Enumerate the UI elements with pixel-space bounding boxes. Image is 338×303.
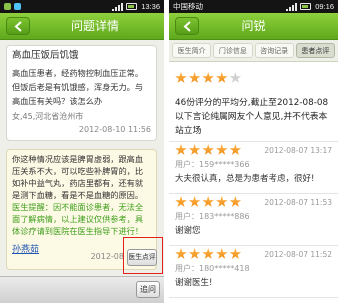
star-rating (175, 142, 243, 158)
star-icon (229, 144, 242, 155)
review-comment: 谢谢医生! (175, 278, 213, 288)
star-icon (202, 196, 214, 207)
follow-up-button[interactable]: 追问 (136, 281, 160, 298)
status-time: 09:16 (315, 2, 334, 11)
review-user: 用户：159*****366 (175, 160, 250, 169)
status-time: 13:36 (141, 2, 160, 11)
star-icon (202, 144, 214, 155)
review-time: 2012-08-07 13:17 (264, 145, 332, 155)
summary-text: 46份评分的平均分,截止至2012-08-08以下言论纯属网友个人意见,并不代表… (175, 98, 329, 136)
star-icon (216, 196, 228, 207)
star-icon (175, 144, 187, 155)
tab-doctor-profile[interactable]: 医生简介 (172, 43, 212, 58)
answer-body: 你这种情况应该是脾胃虚弱，跟高血压关系不大，可以吃些补脾胃的，比如补中益气丸，药… (12, 154, 144, 200)
star-icon (229, 196, 242, 207)
review-item: 2012-08-07 13:17 用户：159*****366 大夫很认真，总是… (169, 142, 338, 194)
review-time: 2012-08-07 11:53 (264, 197, 332, 207)
star-icon (188, 248, 201, 259)
star-icon (229, 248, 242, 259)
doctor-reminder: 医生提醒：因不能面诊患者，无法全面了解病情，以上建议仅供参考，具体诊疗请到医院在… (12, 202, 144, 236)
review-user: 用户：180*****418 (175, 264, 250, 273)
star-icon (202, 248, 214, 259)
review-comment: 谢谢您 (175, 226, 201, 236)
tab-patient-reviews[interactable]: 患者点评 (295, 43, 335, 58)
carrier-name: 中国移动 (173, 2, 203, 11)
tab-bar: 医生简介 门诊信息 咨询记录 患者点评 (169, 40, 338, 62)
battery-icon (300, 3, 311, 10)
status-bar: 13:36 (0, 0, 164, 13)
star-icon (216, 144, 228, 155)
star-icon (175, 196, 187, 207)
notification-icon (14, 3, 21, 10)
rating-summary: 46份评分的平均分,截止至2012-08-08以下言论纯属网友个人意见,并不代表… (169, 62, 338, 142)
patient-info: 女,45,河北省沧州市 (12, 112, 84, 121)
star-icon (175, 248, 187, 259)
star-icon (216, 248, 228, 259)
back-arrow-icon (183, 21, 191, 32)
header-bar: 问题详情 (0, 13, 164, 40)
star-icon (216, 72, 228, 83)
star-icon (229, 72, 242, 83)
review-item: 2012-08-07 11:53 用户：183*****886 谢谢您 (169, 194, 338, 246)
question-card: 高血压饭后饥饿 高血压患者，经药物控制血压正常。但饭后老是有饥饿感，浑身无力。与… (6, 45, 157, 141)
review-time: 2012-08-07 11:52 (264, 249, 332, 259)
star-rating (175, 70, 332, 86)
review-user: 用户：183*****886 (175, 212, 250, 221)
star-rating (175, 246, 243, 262)
back-button[interactable] (175, 17, 199, 35)
answer-time: 2012-08 (90, 252, 124, 261)
question-title: 高血压饭后饥饿 (12, 50, 79, 61)
notification-icon (4, 3, 11, 10)
highlight-box (123, 237, 163, 274)
tab-clinic-info[interactable]: 门诊信息 (213, 43, 253, 58)
doctor-reviews-screen: 中国移动 09:16 问锐 医生简介 门诊信息 咨询记录 患者点评 46份评分的… (169, 0, 338, 303)
status-bar: 中国移动 09:16 (169, 0, 338, 13)
star-icon (188, 72, 201, 83)
back-arrow-icon (14, 21, 22, 32)
star-icon (175, 72, 187, 83)
star-icon (202, 72, 214, 83)
question-body: 高血压患者，经药物控制血压正常。但饭后老是有饥饿感，浑身无力。与高血压有关吗？该… (12, 68, 144, 106)
question-time: 2012-08-10 11:56 (78, 125, 151, 134)
review-list[interactable]: 46份评分的平均分,截止至2012-08-08以下言论纯属网友个人意见,并不代表… (169, 62, 338, 303)
tab-consult-history[interactable]: 咨询记录 (254, 43, 294, 58)
star-icon (188, 144, 201, 155)
signal-icon (112, 3, 123, 11)
star-rating (175, 194, 243, 210)
review-item: 2012-08-07 11:52 用户：180*****418 谢谢医生! (169, 246, 338, 298)
battery-icon (126, 3, 137, 10)
doctor-name-link[interactable]: 孙燕茹 (12, 244, 39, 257)
page-title: 问锐 (241, 19, 266, 33)
review-comment: 大夫很认真，总是为患者考虑，很好! (175, 174, 315, 184)
signal-icon (286, 3, 297, 11)
back-button[interactable] (6, 17, 30, 35)
page-title: 问题详情 (70, 19, 119, 33)
question-detail-screen: 13:36 问题详情 高血压饭后饥饿 高血压患者，经药物控制血压正常。但饭后老是… (0, 0, 164, 303)
header-bar: 问锐 (169, 13, 338, 40)
star-icon (188, 196, 201, 207)
bottom-bar: 追问 (0, 276, 164, 303)
